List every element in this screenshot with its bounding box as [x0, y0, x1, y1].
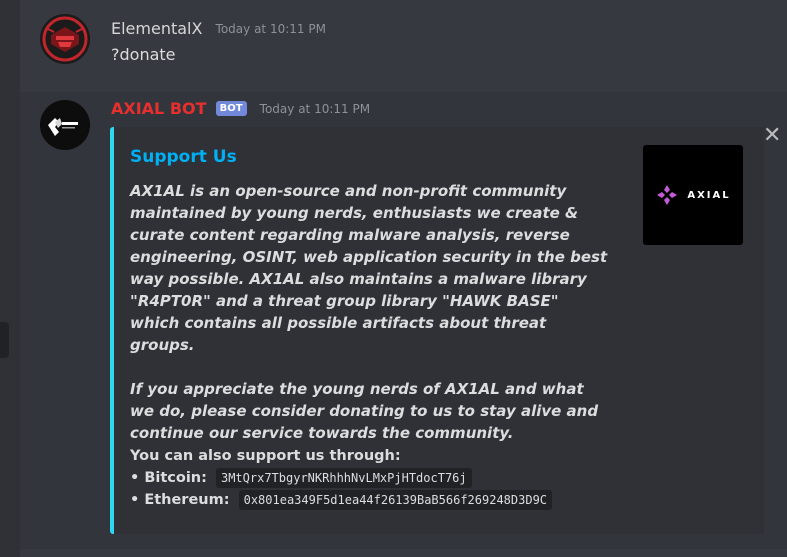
- avatar[interactable]: [40, 14, 90, 64]
- ethereum-address[interactable]: 0x801ea349F5d1ea44f26139BaB566f269248D3D…: [238, 490, 553, 510]
- timestamp: Today at 10:11 PM: [215, 21, 326, 36]
- support-section: You can also support us through: • Bitco…: [130, 445, 553, 511]
- bottom-edge: [20, 549, 787, 557]
- bot-badge: BOT: [215, 101, 247, 116]
- thumbnail-label: AXIAL: [687, 189, 731, 201]
- close-icon[interactable]: ✕: [763, 125, 781, 147]
- avatar[interactable]: [40, 100, 90, 150]
- bitcoin-label: • Bitcoin:: [130, 470, 207, 486]
- message-content: ?donate: [111, 45, 176, 64]
- message-axial-bot: AXIAL BOT BOT Today at 10:11 PM Support …: [20, 92, 787, 549]
- bitcoin-address[interactable]: 3MtQrx7TbgyrNKRhhhNvLMxPjHTdocT76j: [215, 468, 472, 488]
- embed-description-paragraph: AX1AL is an open-source and non-profit c…: [130, 182, 608, 354]
- username[interactable]: ElementalX: [111, 19, 202, 38]
- support-heading: You can also support us through:: [130, 448, 401, 464]
- bitcoin-row: • Bitcoin: 3MtQrx7TbgyrNKRhhhNvLMxPjHTdo…: [130, 467, 552, 489]
- ethereum-label: • Ethereum:: [130, 492, 230, 508]
- left-scrollbar-thumb[interactable]: [0, 322, 9, 358]
- axial-bot-avatar-icon: [40, 100, 90, 150]
- ethereum-row: • Ethereum: 0x801ea349F5d1ea44f26139BaB5…: [130, 489, 553, 511]
- timestamp: Today at 10:11 PM: [259, 101, 371, 116]
- embed-description-paragraph: If you appreciate the young nerds of AX1…: [130, 380, 599, 442]
- embed-thumbnail[interactable]: AXIAL: [643, 145, 743, 245]
- left-scroll-area: [0, 0, 20, 557]
- embed-description: AX1AL is an open-source and non-profit c…: [130, 180, 610, 444]
- embed: Support Us AX1AL is an open-source and n…: [110, 127, 764, 534]
- message-elementalx: ElementalX Today at 10:11 PM ?donate: [20, 0, 787, 92]
- embed-title: Support Us: [130, 147, 237, 167]
- elementalx-avatar-icon: [40, 14, 90, 64]
- username[interactable]: AXIAL BOT: [111, 99, 207, 118]
- axial-logo-icon: [657, 185, 678, 205]
